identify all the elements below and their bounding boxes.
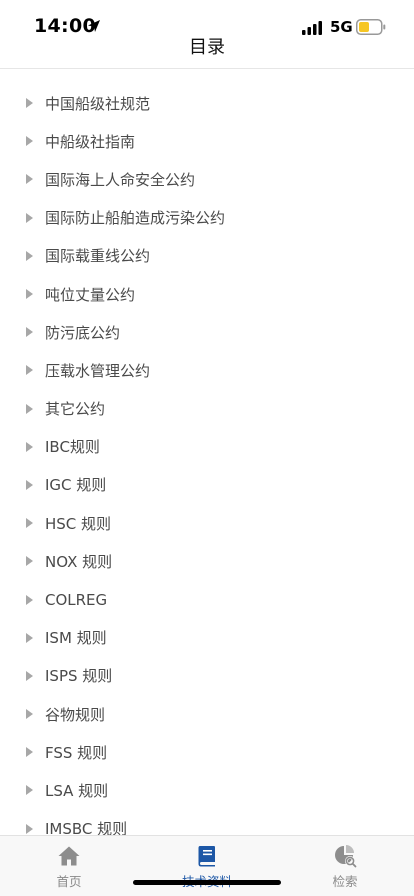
catalog-item-label: COLREG [45,590,108,609]
catalog-item[interactable]: HSC 规则 [0,504,414,542]
catalog-item[interactable]: COLREG [0,580,414,618]
catalog-list: 中国船级社规范 中船级社指南 国际海上人命安全公约 国际防止船舶造成污染公约 国… [0,84,414,848]
home-indicator [133,880,281,885]
catalog-item-label: IGC 规则 [45,476,107,495]
book-icon [198,846,215,867]
expand-triangle-icon [26,212,33,223]
catalog-item[interactable]: 其它公约 [0,390,414,428]
catalog-item-label: 吨位丈量公约 [45,285,136,304]
expand-triangle-icon [26,709,33,720]
expand-triangle-icon [26,518,33,529]
expand-triangle-icon [26,98,33,109]
catalog-item-label: LSA 规则 [45,781,109,800]
catalog-item[interactable]: FSS 规则 [0,733,414,771]
catalog-item[interactable]: 吨位丈量公约 [0,275,414,313]
catalog-item-label: 其它公约 [45,400,106,419]
catalog-item[interactable]: 国际海上人命安全公约 [0,160,414,198]
catalog-item[interactable]: ISPS 规则 [0,657,414,695]
catalog-item-label: ISPS 规则 [45,667,113,686]
expand-triangle-icon [26,670,33,681]
expand-triangle-icon [26,594,33,605]
expand-triangle-icon [26,479,33,490]
catalog-item[interactable]: 国际载重线公约 [0,237,414,275]
search-chart-icon [335,845,357,868]
catalog-item[interactable]: IBC规则 [0,428,414,466]
expand-triangle-icon [26,747,33,758]
expand-triangle-icon [26,174,33,185]
catalog-item-label: 压载水管理公约 [45,361,151,380]
catalog-item[interactable]: 国际防止船舶造成污染公约 [0,199,414,237]
tab-search-label: 检索 [332,874,358,889]
expand-triangle-icon [26,632,33,643]
catalog-item-label: 国际载重线公约 [45,247,151,266]
catalog-item-label: 防污底公约 [45,323,121,342]
screen: 14:00 5G 目录 中国船级社规范 中船级社指南 国际海上人命安全公约 国际… [0,0,414,896]
tab-home[interactable]: 首页 [19,844,119,890]
catalog-item[interactable]: 谷物规则 [0,695,414,733]
catalog-item-label: ISM 规则 [45,629,107,648]
catalog-item[interactable]: ISM 规则 [0,619,414,657]
catalog-item-label: 中船级社指南 [45,132,136,151]
expand-triangle-icon [26,289,33,300]
catalog-item-label: 谷物规则 [45,705,106,724]
catalog-item-label: 国际防止船舶造成污染公约 [45,209,226,228]
catalog-item[interactable]: NOX 规则 [0,542,414,580]
expand-triangle-icon [26,250,33,261]
catalog-item-label: NOX 规则 [45,552,113,571]
catalog-item-label: IBC规则 [45,438,100,457]
expand-triangle-icon [26,441,33,452]
nav-divider [0,68,414,69]
catalog-item[interactable]: 防污底公约 [0,313,414,351]
expand-triangle-icon [26,365,33,376]
catalog-item-label: 中国船级社规范 [45,94,151,113]
catalog-item-label: HSC 规则 [45,514,112,533]
catalog-item-label: 国际海上人命安全公约 [45,170,196,189]
catalog-item[interactable]: 压载水管理公约 [0,351,414,389]
catalog-item-label: FSS 规则 [45,743,108,762]
catalog-item[interactable]: 中船级社指南 [0,122,414,160]
location-arrow-icon [88,20,100,32]
expand-triangle-icon [26,136,33,147]
catalog-item[interactable]: LSA 规则 [0,771,414,809]
catalog-item[interactable]: 中国船级社规范 [0,84,414,122]
expand-triangle-icon [26,327,33,338]
tab-bar: 首页 技术资料 检索 [0,835,414,896]
expand-triangle-icon [26,785,33,796]
tab-home-label: 首页 [56,874,82,889]
tab-search[interactable]: 检索 [295,844,395,890]
expand-triangle-icon [26,823,33,834]
page-title: 目录 [189,37,225,58]
expand-triangle-icon [26,403,33,414]
home-icon [58,846,80,866]
expand-triangle-icon [26,556,33,567]
catalog-item[interactable]: IGC 规则 [0,466,414,504]
